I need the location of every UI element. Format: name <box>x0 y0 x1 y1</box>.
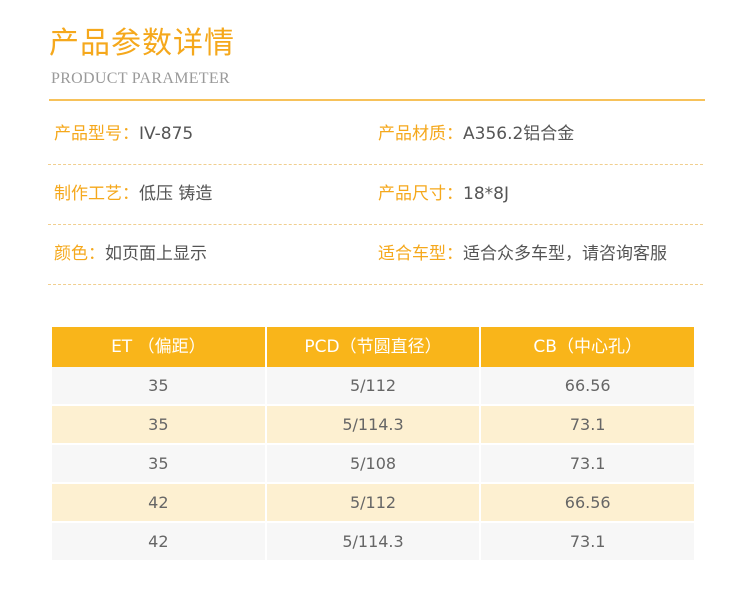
param-value: A356.2铝合金 <box>463 124 575 144</box>
table-cell: 35 <box>52 445 267 484</box>
table-cell: 5/112 <box>266 484 482 523</box>
table-cell: 73.1 <box>481 406 695 445</box>
param-label: 产品尺寸： <box>378 184 463 204</box>
param-value: 适合众多车型，请咨询客服 <box>463 244 667 264</box>
table-row: 42 5/112 66.56 <box>52 484 695 523</box>
param-value: 低压 铸造 <box>139 184 213 204</box>
param-color: 颜色：如页面上显示 <box>54 224 207 284</box>
column-header-cb: CB（中心孔） <box>533 337 642 357</box>
param-material: 产品材质：A356.2铝合金 <box>378 104 574 164</box>
param-value: IV-875 <box>139 124 194 144</box>
table-cell: 5/108 <box>266 445 482 484</box>
page-title: 产品参数详情 <box>49 26 235 61</box>
table-row: 42 5/114.3 73.1 <box>52 523 695 562</box>
page-subtitle: PRODUCT PARAMETER <box>51 70 230 87</box>
table-cell: 42 <box>52 484 267 523</box>
param-label: 颜色： <box>54 244 105 264</box>
param-row-color: 颜色：如页面上显示 适合车型：适合众多车型，请咨询客服 <box>48 224 703 285</box>
table-cell: 73.1 <box>481 445 695 484</box>
param-label: 产品型号： <box>54 124 139 144</box>
column-header-et: ET （偏距） <box>52 327 267 367</box>
table-cell: 66.56 <box>481 484 695 523</box>
table-row: 35 5/108 73.1 <box>52 445 695 484</box>
table-cell: 35 <box>52 406 267 445</box>
param-process: 制作工艺：低压 铸造 <box>54 164 212 224</box>
table-cell: 73.1 <box>481 523 695 562</box>
param-value: 如页面上显示 <box>105 244 207 264</box>
table-cell: 5/114.3 <box>266 406 482 445</box>
table-cell: 5/114.3 <box>266 523 482 562</box>
table-header-row: ET （偏距） PCD（节圆直径） CB（中心孔） <box>52 327 694 367</box>
title-divider <box>49 99 705 101</box>
param-row-model: 产品型号：IV-875 产品材质：A356.2铝合金 <box>48 104 703 165</box>
param-vehicle-fit: 适合车型：适合众多车型，请咨询客服 <box>378 224 667 284</box>
table-cell: 5/112 <box>266 367 482 406</box>
param-label: 适合车型： <box>378 244 463 264</box>
param-label: 产品材质： <box>378 124 463 144</box>
spec-table: ET （偏距） PCD（节圆直径） CB（中心孔） 35 5/112 66.56… <box>52 327 695 562</box>
table-row: 35 5/112 66.56 <box>52 367 695 406</box>
param-size: 产品尺寸：18*8J <box>378 164 509 224</box>
table-cell: 42 <box>52 523 267 562</box>
table-row: 35 5/114.3 73.1 <box>52 406 695 445</box>
param-value: 18*8J <box>463 184 509 204</box>
table-cell: 35 <box>52 367 267 406</box>
param-model: 产品型号：IV-875 <box>54 104 193 164</box>
column-header-pcd: PCD（节圆直径） <box>267 327 482 367</box>
table-cell: 66.56 <box>481 367 695 406</box>
param-row-process: 制作工艺：低压 铸造 产品尺寸：18*8J <box>48 164 703 225</box>
param-label: 制作工艺： <box>54 184 139 204</box>
